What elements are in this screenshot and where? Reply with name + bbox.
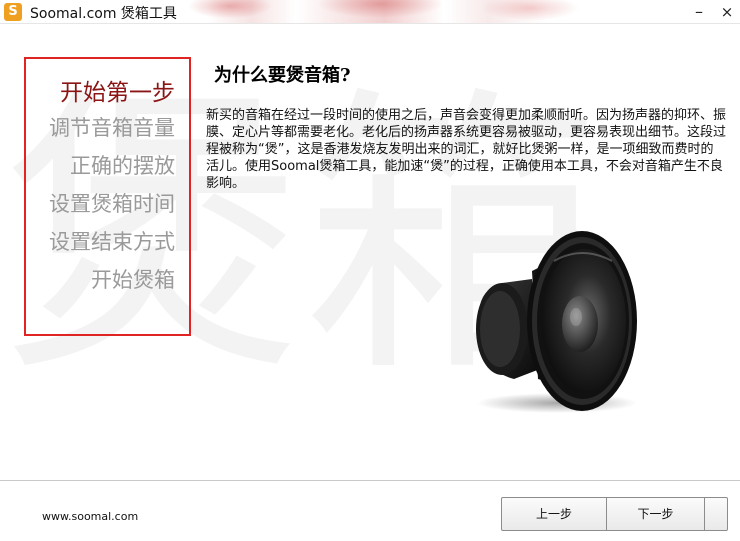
window-title: Soomal.com 煲箱工具 — [30, 6, 177, 22]
step-item-time: 设置煲箱时间 — [49, 192, 175, 216]
description-text: 新买的音箱在经过一段时间的使用之后，声音会变得更加柔顺耐听。因为扬声器的抑环、振… — [206, 108, 727, 191]
step-item-start: 开始第一步 — [60, 80, 175, 106]
step-item-end-mode: 设置结束方式 — [49, 230, 175, 254]
footer-divider — [0, 480, 740, 481]
app-logo-icon: S — [4, 3, 22, 21]
steps-list: 开始第一步 调节音箱音量 正确的摆放 设置煲箱时间 设置结束方式 开始煲箱 — [24, 57, 191, 336]
speaker-icon — [476, 231, 637, 413]
website-url: www.soomal.com — [42, 510, 139, 523]
step-item-placement: 正确的摆放 — [70, 154, 175, 178]
title-bar: S Soomal.com 煲箱工具 – × — [0, 0, 740, 24]
close-button[interactable]: × — [716, 2, 738, 22]
minimize-button[interactable]: – — [688, 2, 710, 22]
previous-step-button[interactable]: 上一步 — [502, 498, 607, 530]
next-step-button[interactable]: 下一步 — [607, 498, 705, 530]
step-item-volume: 调节音箱音量 — [49, 116, 175, 140]
main-panel: 煲箱 开始第一步 调节音箱音量 正确的摆放 设置煲箱时间 设置结束方式 开始煲箱… — [0, 25, 740, 480]
step-item-begin: 开始煲箱 — [91, 268, 175, 292]
navigation-buttons: 上一步 下一步 — [501, 497, 728, 531]
page-title: 为什么要煲音箱? — [214, 65, 351, 86]
extra-button[interactable] — [705, 498, 727, 530]
